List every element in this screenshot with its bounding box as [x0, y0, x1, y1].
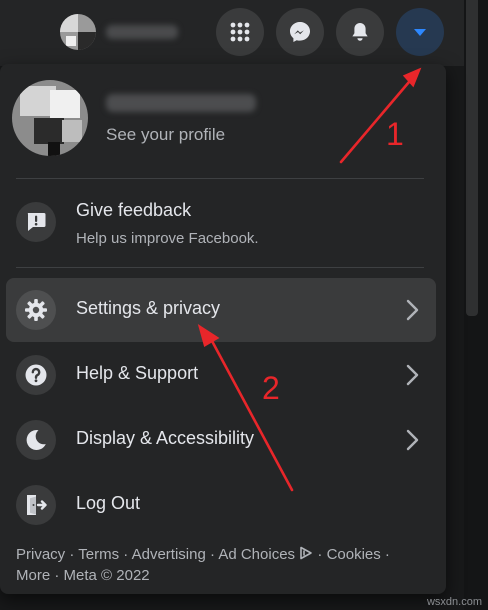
- give-feedback-label: Give feedback: [76, 200, 192, 220]
- caret-down-icon: [414, 29, 426, 36]
- annotation-step-1: 1: [386, 116, 404, 152]
- footer-privacy-link[interactable]: Privacy: [16, 546, 65, 563]
- ad-choices-label: Ad Choices: [218, 546, 296, 563]
- annotation-step-2: 2: [262, 370, 280, 406]
- moon-icon: [26, 430, 46, 451]
- footer-separator: ·: [313, 546, 327, 563]
- notifications-button[interactable]: [336, 8, 384, 56]
- chevron-right-icon: [406, 299, 419, 321]
- top-navigation-bar: [0, 0, 488, 66]
- page-scrollbar[interactable]: [464, 0, 488, 610]
- question-icon: [25, 364, 47, 386]
- ad-choices-icon: [300, 546, 313, 560]
- top-profile-avatar[interactable]: [60, 14, 96, 50]
- help-icon-wrap: [16, 355, 56, 395]
- give-feedback-item[interactable]: Give feedback Help us improve Facebook.: [6, 188, 436, 260]
- gear-icon: [25, 299, 47, 321]
- give-feedback-subtitle: Help us improve Facebook.: [76, 230, 259, 247]
- display-accessibility-item[interactable]: Display & Accessibility: [6, 408, 436, 472]
- chevron-right-icon: [406, 364, 419, 386]
- settings-icon-wrap: [16, 290, 56, 330]
- footer-cookies-link[interactable]: Cookies: [327, 546, 381, 563]
- bell-icon: [352, 23, 368, 41]
- logout-icon-wrap: [16, 485, 56, 525]
- footer-separator: ·: [119, 546, 132, 563]
- scrollbar-thumb[interactable]: [466, 0, 478, 316]
- account-button[interactable]: [396, 8, 444, 56]
- footer-separator: ·: [380, 546, 390, 563]
- help-support-label: Help & Support: [76, 363, 199, 383]
- footer-more-link[interactable]: More: [16, 567, 50, 584]
- watermark: wsxdn.com: [426, 596, 482, 608]
- see-your-profile-label[interactable]: See your profile: [106, 125, 225, 145]
- account-dropdown-panel: See your profile Give feedback Help us i…: [0, 64, 446, 594]
- messenger-icon: [290, 22, 310, 42]
- logout-door-icon: [27, 495, 47, 515]
- footer-advertising-link[interactable]: Advertising: [132, 546, 206, 563]
- display-icon-wrap: [16, 420, 56, 460]
- grid-menu-icon: [230, 22, 250, 42]
- footer-separator: ·: [50, 567, 64, 584]
- feedback-icon-wrap: [16, 202, 56, 242]
- footer-separator: ·: [65, 546, 79, 563]
- log-out-item[interactable]: Log Out: [6, 473, 436, 537]
- divider: [16, 178, 424, 179]
- top-profile-name-blurred[interactable]: [106, 25, 178, 39]
- chevron-right-icon: [406, 429, 419, 451]
- footer-terms-link[interactable]: Terms: [78, 546, 119, 563]
- exclamation-comment-icon: [27, 213, 46, 231]
- divider: [16, 267, 424, 268]
- settings-privacy-item[interactable]: Settings & privacy: [6, 278, 436, 342]
- log-out-label: Log Out: [76, 493, 141, 513]
- profile-avatar[interactable]: [12, 80, 88, 156]
- profile-link[interactable]: See your profile: [0, 64, 446, 176]
- profile-name-blurred[interactable]: [106, 94, 256, 112]
- settings-privacy-label: Settings & privacy: [76, 298, 221, 318]
- help-support-item[interactable]: Help & Support: [6, 343, 436, 407]
- footer-ad-choices-link[interactable]: Ad Choices: [218, 546, 313, 563]
- footer-links: Privacy · Terms · Advertising · Ad Choic…: [16, 544, 426, 586]
- footer-meta-copyright: Meta © 2022: [63, 567, 150, 584]
- display-accessibility-label: Display & Accessibility: [76, 428, 255, 448]
- menu-button[interactable]: [216, 8, 264, 56]
- footer-separator: ·: [205, 546, 219, 563]
- messenger-button[interactable]: [276, 8, 324, 56]
